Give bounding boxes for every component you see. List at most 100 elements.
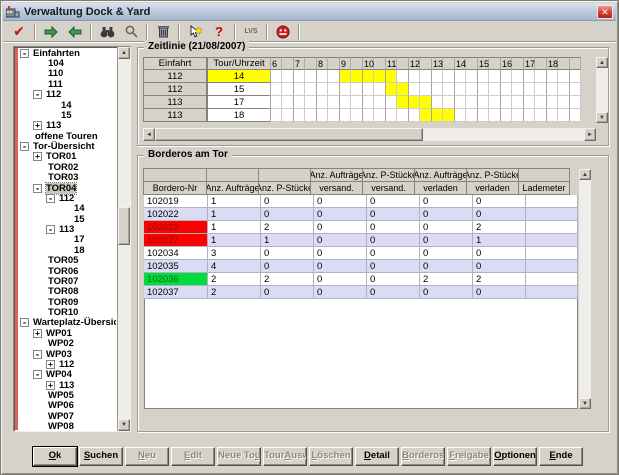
- timeline-horizontal-scrollbar[interactable]: ◄ ►: [143, 128, 596, 141]
- suchen-button[interactable]: Suchen: [79, 447, 123, 466]
- scroll-down-icon[interactable]: ▼: [118, 419, 130, 431]
- confirm-icon[interactable]: ✔: [7, 23, 31, 41]
- tree-vertical-scrollbar[interactable]: ▲ ▼: [117, 47, 130, 431]
- tree-item-110[interactable]: 110: [18, 69, 116, 79]
- collapse-icon[interactable]: -: [33, 90, 42, 99]
- tree-item-15[interactable]: 15: [18, 110, 116, 120]
- context-help-icon[interactable]: [183, 23, 207, 41]
- tree-item-104[interactable]: 104: [18, 58, 116, 68]
- trash-icon[interactable]: [151, 23, 175, 41]
- scroll-up-icon[interactable]: ▲: [118, 47, 130, 59]
- scroll-up-icon[interactable]: ▲: [579, 169, 591, 180]
- tree-item-tor03[interactable]: TOR03: [18, 173, 116, 183]
- expand-icon[interactable]: +: [33, 121, 42, 130]
- borderos-row-102019[interactable]: 102019100000: [144, 195, 578, 208]
- collapse-icon[interactable]: -: [33, 370, 42, 379]
- collapse-icon[interactable]: -: [20, 142, 29, 151]
- tree-item-wp08[interactable]: WP08: [18, 422, 116, 431]
- ende-button[interactable]: Ende: [539, 447, 583, 466]
- tree-item-tor04[interactable]: -TOR04: [18, 183, 116, 193]
- borderos-value-cell: 0: [261, 286, 314, 299]
- borderos-row-102022[interactable]: 102022100000: [144, 208, 578, 221]
- optionen-button[interactable]: Optionen: [493, 447, 537, 466]
- tree-item-tor07[interactable]: TOR07: [18, 276, 116, 286]
- expand-icon[interactable]: +: [33, 152, 42, 161]
- tree-item-tor10[interactable]: TOR10: [18, 307, 116, 317]
- collapse-icon[interactable]: -: [33, 350, 42, 359]
- tree-item-113[interactable]: +113: [18, 380, 116, 390]
- scroll-down-icon[interactable]: ▼: [579, 398, 591, 409]
- collapse-icon[interactable]: -: [46, 194, 55, 203]
- borderos-vertical-scrollbar[interactable]: ▲ ▼: [579, 169, 592, 409]
- tree-item-tor06[interactable]: TOR06: [18, 266, 116, 276]
- tree-item-113[interactable]: -113: [18, 224, 116, 234]
- borderos-row-102037[interactable]: 102037200000: [144, 286, 578, 299]
- tree-item-tor09[interactable]: TOR09: [18, 297, 116, 307]
- scroll-up-icon[interactable]: ▲: [596, 57, 608, 68]
- tree-item-wp07[interactable]: WP07: [18, 411, 116, 421]
- expand-icon[interactable]: +: [33, 329, 42, 338]
- tree-item-112[interactable]: -112: [18, 90, 116, 100]
- expand-icon[interactable]: +: [46, 360, 55, 369]
- tree-item-111[interactable]: 111: [18, 79, 116, 89]
- timeline-row-tour-17[interactable]: 11317: [143, 96, 581, 109]
- timeline-empty-cell: [385, 96, 397, 109]
- borderos-row-102027[interactable]: 102027110001: [144, 234, 578, 247]
- scroll-left-icon[interactable]: ◄: [143, 128, 155, 141]
- magnifier-icon[interactable]: [119, 23, 143, 41]
- hour-label: 15: [479, 59, 489, 69]
- tree-item-tor02[interactable]: TOR02: [18, 162, 116, 172]
- scroll-track[interactable]: [596, 68, 608, 112]
- binoculars-icon[interactable]: [95, 23, 119, 41]
- scroll-right-icon[interactable]: ►: [584, 128, 596, 141]
- tree-item-wp02[interactable]: WP02: [18, 339, 116, 349]
- tree-item-15[interactable]: 15: [18, 214, 116, 224]
- tree-item-tor05[interactable]: TOR05: [18, 256, 116, 266]
- borderos-row-102036[interactable]: 102036220022: [144, 273, 578, 286]
- borderos-value-cell: 0: [473, 247, 526, 260]
- tree-item-wp06[interactable]: WP06: [18, 401, 116, 411]
- tree-item-112[interactable]: +112: [18, 359, 116, 369]
- collapse-icon[interactable]: -: [20, 49, 29, 58]
- scroll-track[interactable]: [579, 180, 591, 398]
- collapse-icon[interactable]: -: [33, 184, 42, 193]
- question-icon[interactable]: ?: [207, 23, 231, 41]
- tree-item-18[interactable]: 18: [18, 245, 116, 255]
- timeline-row-tour-14[interactable]: 11214: [143, 70, 581, 83]
- scroll-down-icon[interactable]: ▼: [596, 112, 608, 123]
- timeline-row-tour-18[interactable]: 11318: [143, 109, 581, 122]
- timeline-vertical-scrollbar[interactable]: ▲ ▼: [596, 57, 609, 123]
- tree-item-wp04[interactable]: -WP04: [18, 370, 116, 380]
- borderos-row-102035[interactable]: 102035400000: [144, 260, 578, 273]
- arrow-left-icon[interactable]: [63, 23, 87, 41]
- scroll-thumb[interactable]: [118, 207, 130, 245]
- collapse-icon[interactable]: -: [46, 225, 55, 234]
- tree-item-wp05[interactable]: WP05: [18, 390, 116, 400]
- detail-button[interactable]: Detail: [355, 447, 399, 466]
- tree-item-tor08[interactable]: TOR08: [18, 287, 116, 297]
- tree-item-tor-übersicht[interactable]: -Tor-Übersicht: [18, 141, 116, 151]
- tree-item-14[interactable]: 14: [18, 204, 116, 214]
- tree-item-14[interactable]: 14: [18, 100, 116, 110]
- lvs-icon[interactable]: LVS: [239, 23, 263, 41]
- tree-item-offene-touren[interactable]: offene Touren: [18, 131, 116, 141]
- tree-item-tor01[interactable]: +TOR01: [18, 152, 116, 162]
- tree-item-warteplatz-übersicht[interactable]: -Warteplatz-Übersicht: [18, 318, 116, 328]
- arrow-right-icon[interactable]: [39, 23, 63, 41]
- tree-item-112[interactable]: -112: [18, 193, 116, 203]
- tree-item-wp03[interactable]: -WP03: [18, 349, 116, 359]
- tree-item-17[interactable]: 17: [18, 235, 116, 245]
- tree-item-einfahrten[interactable]: -Einfahrten: [18, 48, 116, 58]
- tree-item-113[interactable]: +113: [18, 121, 116, 131]
- borderos-row-102034[interactable]: 102034300000: [144, 247, 578, 260]
- close-icon[interactable]: ✕: [597, 5, 613, 19]
- ok-button[interactable]: Ok: [33, 447, 77, 466]
- expand-icon[interactable]: +: [46, 381, 55, 390]
- timeline-row-tour-15[interactable]: 11215: [143, 83, 581, 96]
- borderos-row-102023[interactable]: 102023120002: [144, 221, 578, 234]
- scroll-track[interactable]: [155, 128, 584, 141]
- scroll-thumb[interactable]: [155, 128, 423, 141]
- collapse-icon[interactable]: -: [20, 318, 29, 327]
- tree-item-wp01[interactable]: +WP01: [18, 328, 116, 338]
- stop-icon[interactable]: [271, 23, 295, 41]
